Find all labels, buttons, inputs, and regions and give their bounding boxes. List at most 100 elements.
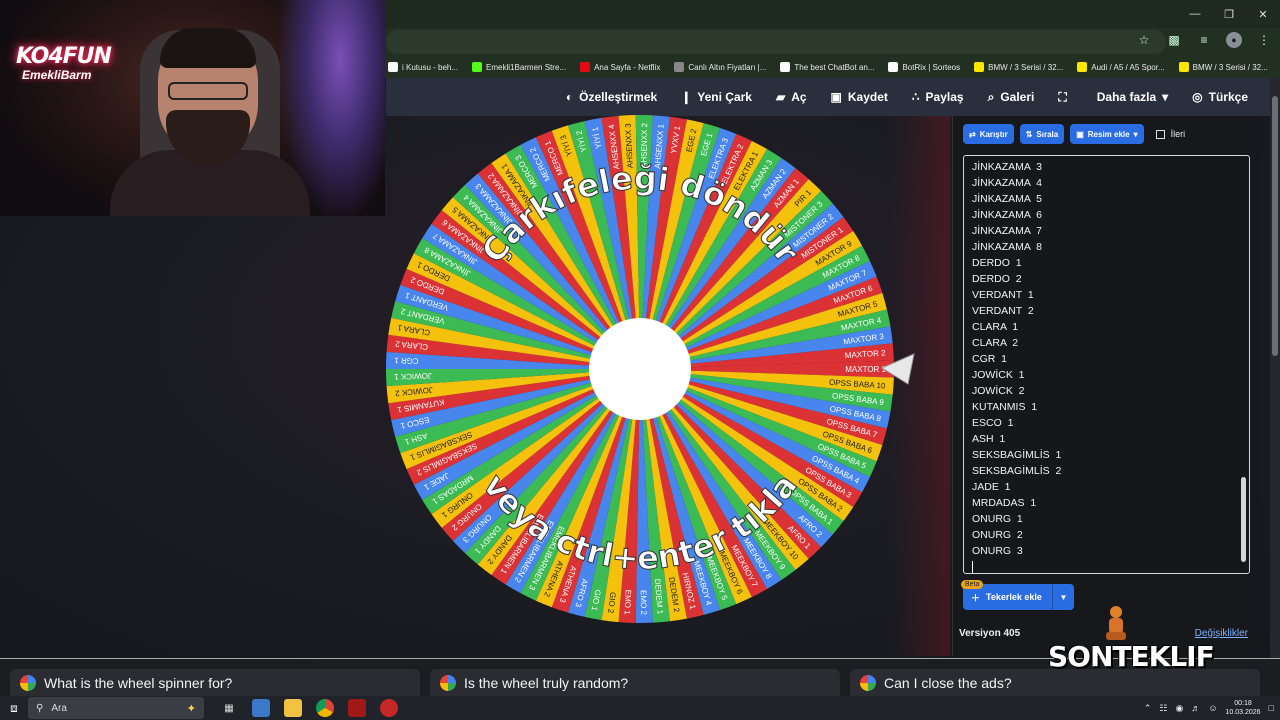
entry-line[interactable]: JADE 1 (972, 479, 1249, 495)
text-cursor (972, 561, 1249, 573)
taskbar-search[interactable]: ⚲ Ara ✦ (28, 697, 204, 719)
advanced-checkbox[interactable]: İleri (1155, 129, 1186, 139)
app-icon[interactable] (348, 699, 366, 717)
omnibox[interactable] (386, 30, 1166, 54)
notifications-icon[interactable]: □ (1269, 703, 1274, 713)
changelog-link[interactable]: Değişiklikler (1195, 628, 1248, 639)
bookmark-item[interactable]: i Kutusu - beh... (388, 62, 458, 72)
sahibinden-icon (974, 62, 985, 72)
wifi-icon[interactable]: ☺ (1208, 703, 1217, 713)
app-icon[interactable] (380, 699, 398, 717)
entry-line[interactable]: ONURG 2 (972, 527, 1249, 543)
entry-line[interactable]: DERDO 1 (972, 255, 1249, 271)
entry-line[interactable]: JİNKAZAMA 4 (972, 175, 1249, 191)
volume-icon[interactable]: ♬ (1191, 703, 1200, 713)
chevron-up-icon[interactable]: ⌃ (1144, 703, 1152, 714)
bookmark-item[interactable]: BMW / 3 Serisi / 32... (1178, 62, 1268, 72)
close-icon[interactable]: ✕ (1246, 0, 1280, 28)
entry-line[interactable]: JOWİCK 2 (972, 383, 1249, 399)
spin-wheel[interactable]: MAXTOR 1 OPSS BABA 10 OPSS BABA 9 OPSS BABA… (384, 113, 896, 625)
nav-item-kaydet[interactable]: ▣ Kaydet (819, 90, 900, 104)
entry-line[interactable]: KUTANMIS 1 (972, 399, 1249, 415)
windows-start-icon[interactable]: ⧈ (0, 696, 28, 720)
nav-item-özelleştirmek[interactable]: ◐ Özelleştirmek (554, 90, 669, 104)
wheel-center-hub[interactable] (589, 318, 691, 420)
entry-line[interactable]: VERDANT 1 (972, 287, 1249, 303)
entry-line[interactable]: SEKSBAGİMLİS 1 (972, 447, 1249, 463)
extensions-icon[interactable]: ▩ (1166, 32, 1182, 48)
streamer-neon-sub: EmekliBarm (22, 68, 92, 82)
profile-avatar-icon[interactable]: ● (1226, 32, 1242, 48)
nav-item-türkçe[interactable]: ◎ Türkçe (1180, 90, 1260, 104)
network-icon[interactable]: ☷ (1159, 703, 1167, 714)
taskbar-apps: ▦ (220, 699, 398, 717)
page-scrollbar-thumb[interactable] (1272, 96, 1278, 356)
bookmark-item[interactable]: The best ChatBot an... (780, 62, 874, 72)
clock-time: 00:18 (1234, 700, 1252, 707)
faq-card[interactable]: What is the wheel spinner for? (10, 669, 420, 697)
bookmark-item[interactable]: BMW / 3 Serisi / 32... (974, 62, 1063, 72)
task-view-icon[interactable]: ▦ (220, 699, 238, 717)
entries-textarea[interactable]: JİNKAZAMA 3 JİNKAZAMA 4 JİNKAZAMA 5 JİNKAZA… (963, 155, 1250, 574)
minimize-icon[interactable]: — (1178, 0, 1212, 28)
page-scrollbar[interactable] (1270, 78, 1280, 658)
bookmark-label: Audi / A5 / A5 Spor... (1091, 62, 1165, 72)
wheel-svg[interactable]: MAXTOR 1OPSS BABA 10OPSS BABA 9OPSS BABA… (384, 113, 896, 625)
sort-button[interactable]: ⇅ Sırala (1019, 124, 1065, 144)
add-image-button[interactable]: ▣ Resim ekle ▾ (1070, 124, 1144, 144)
netflix-icon (580, 62, 591, 72)
wheel-segment-label: CGR 1 (393, 356, 418, 366)
entry-line[interactable]: MRDADAS 1 (972, 495, 1249, 511)
sponsor-logo: SONTEKLIF (1048, 640, 1215, 673)
version-label: Versiyon 405 (959, 628, 1021, 639)
entry-line[interactable]: ONURG 1 (972, 511, 1249, 527)
taskbar-clock[interactable]: 00:18 10.03.2026 (1226, 699, 1261, 717)
nav-item-label: Türkçe (1208, 90, 1248, 104)
nav-item-paylaş[interactable]: ∴ Paylaş (900, 90, 976, 104)
entry-line[interactable]: ESCO 1 (972, 415, 1249, 431)
nav-item-daha-fazla[interactable]: Daha fazla ▾ (1085, 90, 1180, 104)
entry-line[interactable]: ONURG 3 (972, 543, 1249, 559)
entry-line[interactable]: JİNKAZAMA 8 (972, 239, 1249, 255)
bookmark-item[interactable]: Audi / A5 / A5 Spor... (1077, 62, 1165, 72)
entry-line[interactable]: JİNKAZAMA 5 (972, 191, 1249, 207)
entry-line[interactable]: CLARA 2 (972, 335, 1249, 351)
shuffle-button[interactable]: ⇄ Karıştır (963, 124, 1014, 144)
menu-dots-icon[interactable]: ⋮ (1256, 32, 1272, 48)
bookmark-star-icon[interactable]: ☆ (1136, 32, 1152, 48)
add-wheel-dropdown[interactable]: ▼ (1051, 584, 1074, 610)
bookmark-item[interactable]: BotRix | Sorteos (888, 62, 960, 72)
entry-line[interactable]: ASH 1 (972, 431, 1249, 447)
microphone-icon[interactable]: ◉ (1175, 703, 1183, 714)
entry-line[interactable]: CLARA 1 (972, 319, 1249, 335)
entry-line[interactable]: DERDO 2 (972, 271, 1249, 287)
checkbox-icon[interactable] (1155, 129, 1165, 139)
entries-scrollbar-thumb[interactable] (1241, 477, 1246, 562)
entry-line[interactable]: CGR 1 (972, 351, 1249, 367)
entry-line[interactable]: JİNKAZAMA 3 (972, 159, 1249, 175)
nav-item-fullscreen[interactable]: ⛶ (1046, 90, 1084, 105)
bookmark-item[interactable]: Ana Sayfa - Netflix (580, 62, 660, 72)
entry-line[interactable]: JOWİCK 1 (972, 367, 1249, 383)
bookmark-item[interactable]: Canlı Altın Fiyatları |... (674, 62, 766, 72)
nav-item-galeri[interactable]: ⌕ Galeri (976, 90, 1047, 105)
restore-icon[interactable]: ❐ (1212, 0, 1246, 28)
kick-icon (472, 62, 483, 72)
faq-card[interactable]: Can I close the ads? (850, 669, 1260, 697)
entry-line[interactable]: JİNKAZAMA 6 (972, 207, 1249, 223)
sort-icon: ⇅ (1025, 129, 1033, 139)
chrome-icon[interactable] (316, 699, 334, 717)
bookmark-item[interactable]: Emekli1Barmen Stre... (472, 62, 566, 72)
faq-question: Can I close the ads? (884, 675, 1012, 691)
nav-item-aç[interactable]: ▰ Aç (764, 90, 819, 104)
entries-scrollbar[interactable] (1239, 157, 1248, 572)
app-icon[interactable] (252, 699, 270, 717)
advanced-label: İleri (1170, 129, 1186, 139)
file-explorer-icon[interactable] (284, 699, 302, 717)
entry-line[interactable]: SEKSBAGİMLİS 2 (972, 463, 1249, 479)
nav-item-yeni-çark[interactable]: ❙ Yeni Çark (669, 90, 764, 104)
faq-card[interactable]: Is the wheel truly random? (430, 669, 840, 697)
media-icon[interactable]: ≡ (1196, 32, 1212, 48)
entry-line[interactable]: JİNKAZAMA 7 (972, 223, 1249, 239)
entry-line[interactable]: VERDANT 2 (972, 303, 1249, 319)
